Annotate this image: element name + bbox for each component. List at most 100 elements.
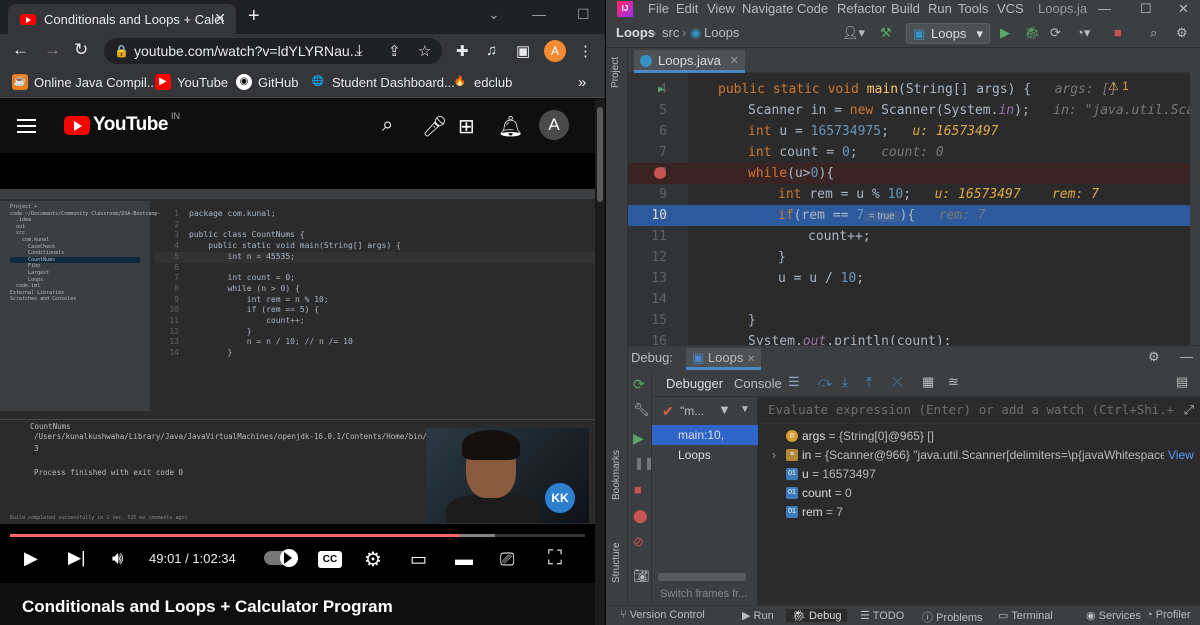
code-line[interactable]: 11 count++; [628,226,1190,247]
bookmark-item[interactable]: ▶ YouTube [155,74,228,90]
code-line[interactable]: 6 int u = 165734975; u: 16573497 [628,121,1190,142]
menu-run[interactable]: Run [928,1,952,16]
trace-icon[interactable]: ≊ [948,374,959,390]
menu-refactor[interactable]: Refactor [837,1,886,16]
breadcrumb-src[interactable]: src [662,25,679,40]
code-line[interactable]: 10 if(rem == 7 = true ){ rem: 7 [628,205,1190,226]
status-terminal[interactable]: ▭ Terminal [998,609,1053,622]
debug-session-tab[interactable]: ▣ Loops ✕ [686,348,762,370]
add-watch-icon[interactable]: + [1166,397,1174,423]
build-hammer-icon[interactable]: ⚒ [880,25,892,41]
video-player[interactable]: Project ▾ code ~/Documents/Community Clas… [0,153,595,583]
variable-row[interactable]: p args = {String[0]@965} [] [758,427,1200,446]
extensions-icon[interactable]: ✚ [456,42,469,60]
view-link[interactable]: View [1164,446,1194,465]
youtube-logo[interactable]: YouTube IN [64,111,180,136]
menu-edit[interactable]: Edit [676,1,698,16]
restore-layout-icon[interactable]: ☰ [788,374,800,390]
variable-row[interactable]: 01 count = 0 [758,484,1200,503]
frame-item[interactable]: main:10, Loops [652,425,758,462]
code-line[interactable]: 8while(u>0){ [628,163,1190,184]
menu-vcs[interactable]: VCS [997,1,1024,16]
create-video-icon[interactable]: ⊞ [458,114,475,139]
code-line[interactable]: 14 [628,289,1190,310]
editor-tab-loops[interactable]: Loops.java ✕ [634,50,745,73]
menu-view[interactable]: View [707,1,735,16]
view-breakpoints-icon[interactable]: ⬤ [633,508,648,524]
menu-kebab-icon[interactable]: ⋮ [578,42,593,60]
status-version-control[interactable]: ⑂ Version Control [620,609,705,621]
resume-icon[interactable]: ▶ [633,430,644,447]
mute-breakpoints-icon[interactable]: ⊘ [633,534,644,550]
step-over-icon[interactable]: ⤼ [818,374,832,390]
status-run[interactable]: ▶ Run [742,609,774,622]
bookmark-item[interactable]: ◉ GitHub [236,74,298,90]
play-icon[interactable]: ▶ [24,548,38,569]
ide-settings-icon[interactable]: ⚙ [1176,25,1188,41]
rerun-icon[interactable]: ⟳ [633,376,645,393]
video-progress-bar[interactable] [10,534,585,537]
bookmark-item[interactable]: ☕ Online Java Compil... [12,74,158,90]
evaluate-icon[interactable]: ▦ [922,374,934,390]
camera-icon[interactable]: 📷︎ [633,568,650,584]
ide-maximize-icon[interactable]: ☐ [1140,1,1152,17]
close-tab-icon[interactable]: ✕ [730,50,739,72]
next-icon[interactable]: ▶| [68,548,86,568]
run-to-cursor-icon[interactable]: ⤫ [892,374,902,390]
run-gutter-icon[interactable]: ▶ [658,79,664,100]
bookmarks-overflow-icon[interactable]: » [578,74,586,91]
warning-indicator[interactable]: ⚠ 1 [1108,79,1129,93]
stop-icon[interactable]: ■ [1114,25,1122,40]
theater-mode-icon[interactable]: ▬ [455,549,473,570]
code-line[interactable]: 7 int count = 0; count: 0 [628,142,1190,163]
frames-scrollbar[interactable] [658,573,746,581]
breakpoint-icon[interactable] [654,167,666,179]
cast-icon[interactable]: ⎚ [500,549,514,570]
code-editor[interactable]: ⚠ 1 4 ▶ public static void main(String[] a… [628,73,1190,345]
menu-code[interactable]: Code [797,1,828,16]
menu-tools[interactable]: Tools [958,1,988,16]
browser-tab[interactable]: Conditionals and Loops + Calcula ✕ [8,4,236,34]
layout-icon[interactable]: ▤ [1176,374,1188,390]
search-icon[interactable]: ⌕ [382,114,393,137]
expand-arrow-icon[interactable]: › [772,446,776,465]
structure-tool-label[interactable]: Structure [611,542,622,583]
expand-eval-icon[interactable]: ⤢ [1184,397,1194,423]
profile-avatar[interactable]: A [544,40,566,62]
reload-icon[interactable]: ↻ [74,40,88,60]
step-out-icon[interactable]: ⤒ [866,374,872,390]
window-dropdown-icon[interactable]: ⌄ [488,6,500,23]
run-config-select[interactable]: ▣ Loops ▾ [906,23,990,44]
code-line[interactable]: 5 Scanner in = new Scanner(System.in); in… [628,100,1190,121]
install-icon[interactable]: ⤓ [356,42,363,59]
youtube-account-avatar[interactable]: A [539,110,569,140]
evaluate-expression-input[interactable]: Evaluate expression (Enter) or add a wat… [758,397,1200,424]
hamburger-menu-icon[interactable] [17,119,36,133]
thread-selector[interactable]: "m... [680,404,704,418]
user-icon[interactable]: 👤︎▾ [842,25,865,41]
debug-settings-icon[interactable]: ⚙ [1148,349,1160,365]
status-todo[interactable]: ☰ TODO [860,609,904,622]
status-debug[interactable]: 🐞︎ Debug [786,609,848,622]
step-into-icon[interactable]: ⤓ [842,374,848,390]
notifications-bell-icon[interactable]: 🔔︎ [498,114,523,139]
variable-row[interactable]: 01 rem = 7 [758,503,1200,522]
coverage-icon[interactable]: ⟳ [1050,25,1061,41]
code-line[interactable]: 4 ▶ public static void main(String[] args)… [628,79,1190,100]
breadcrumb-project[interactable]: Loops [616,25,655,40]
variable-row[interactable]: › ≡ in = {Scanner@966} "java.util.Scanner[… [758,446,1200,465]
ide-search-icon[interactable]: ⌕ [1150,25,1157,41]
media-icon[interactable]: ♫ [486,42,497,59]
side-panel-icon[interactable]: ▣ [516,42,530,60]
menu-navigate[interactable]: Navigate [742,1,793,16]
status-profiler[interactable]: ◔ Profiler [1146,609,1191,621]
maximize-icon[interactable]: ☐ [577,6,590,23]
breadcrumb-class[interactable]: Loops [704,25,739,40]
menu-file[interactable]: File [648,1,669,16]
forward-icon[interactable]: → [44,40,61,60]
code-line[interactable]: 15} [628,310,1190,331]
run-icon[interactable]: ▶ [1000,25,1010,41]
microphone-icon[interactable]: 🎤︎ [422,114,447,139]
page-scrollbar[interactable] [595,99,605,625]
tab-console[interactable]: Console [734,376,782,391]
